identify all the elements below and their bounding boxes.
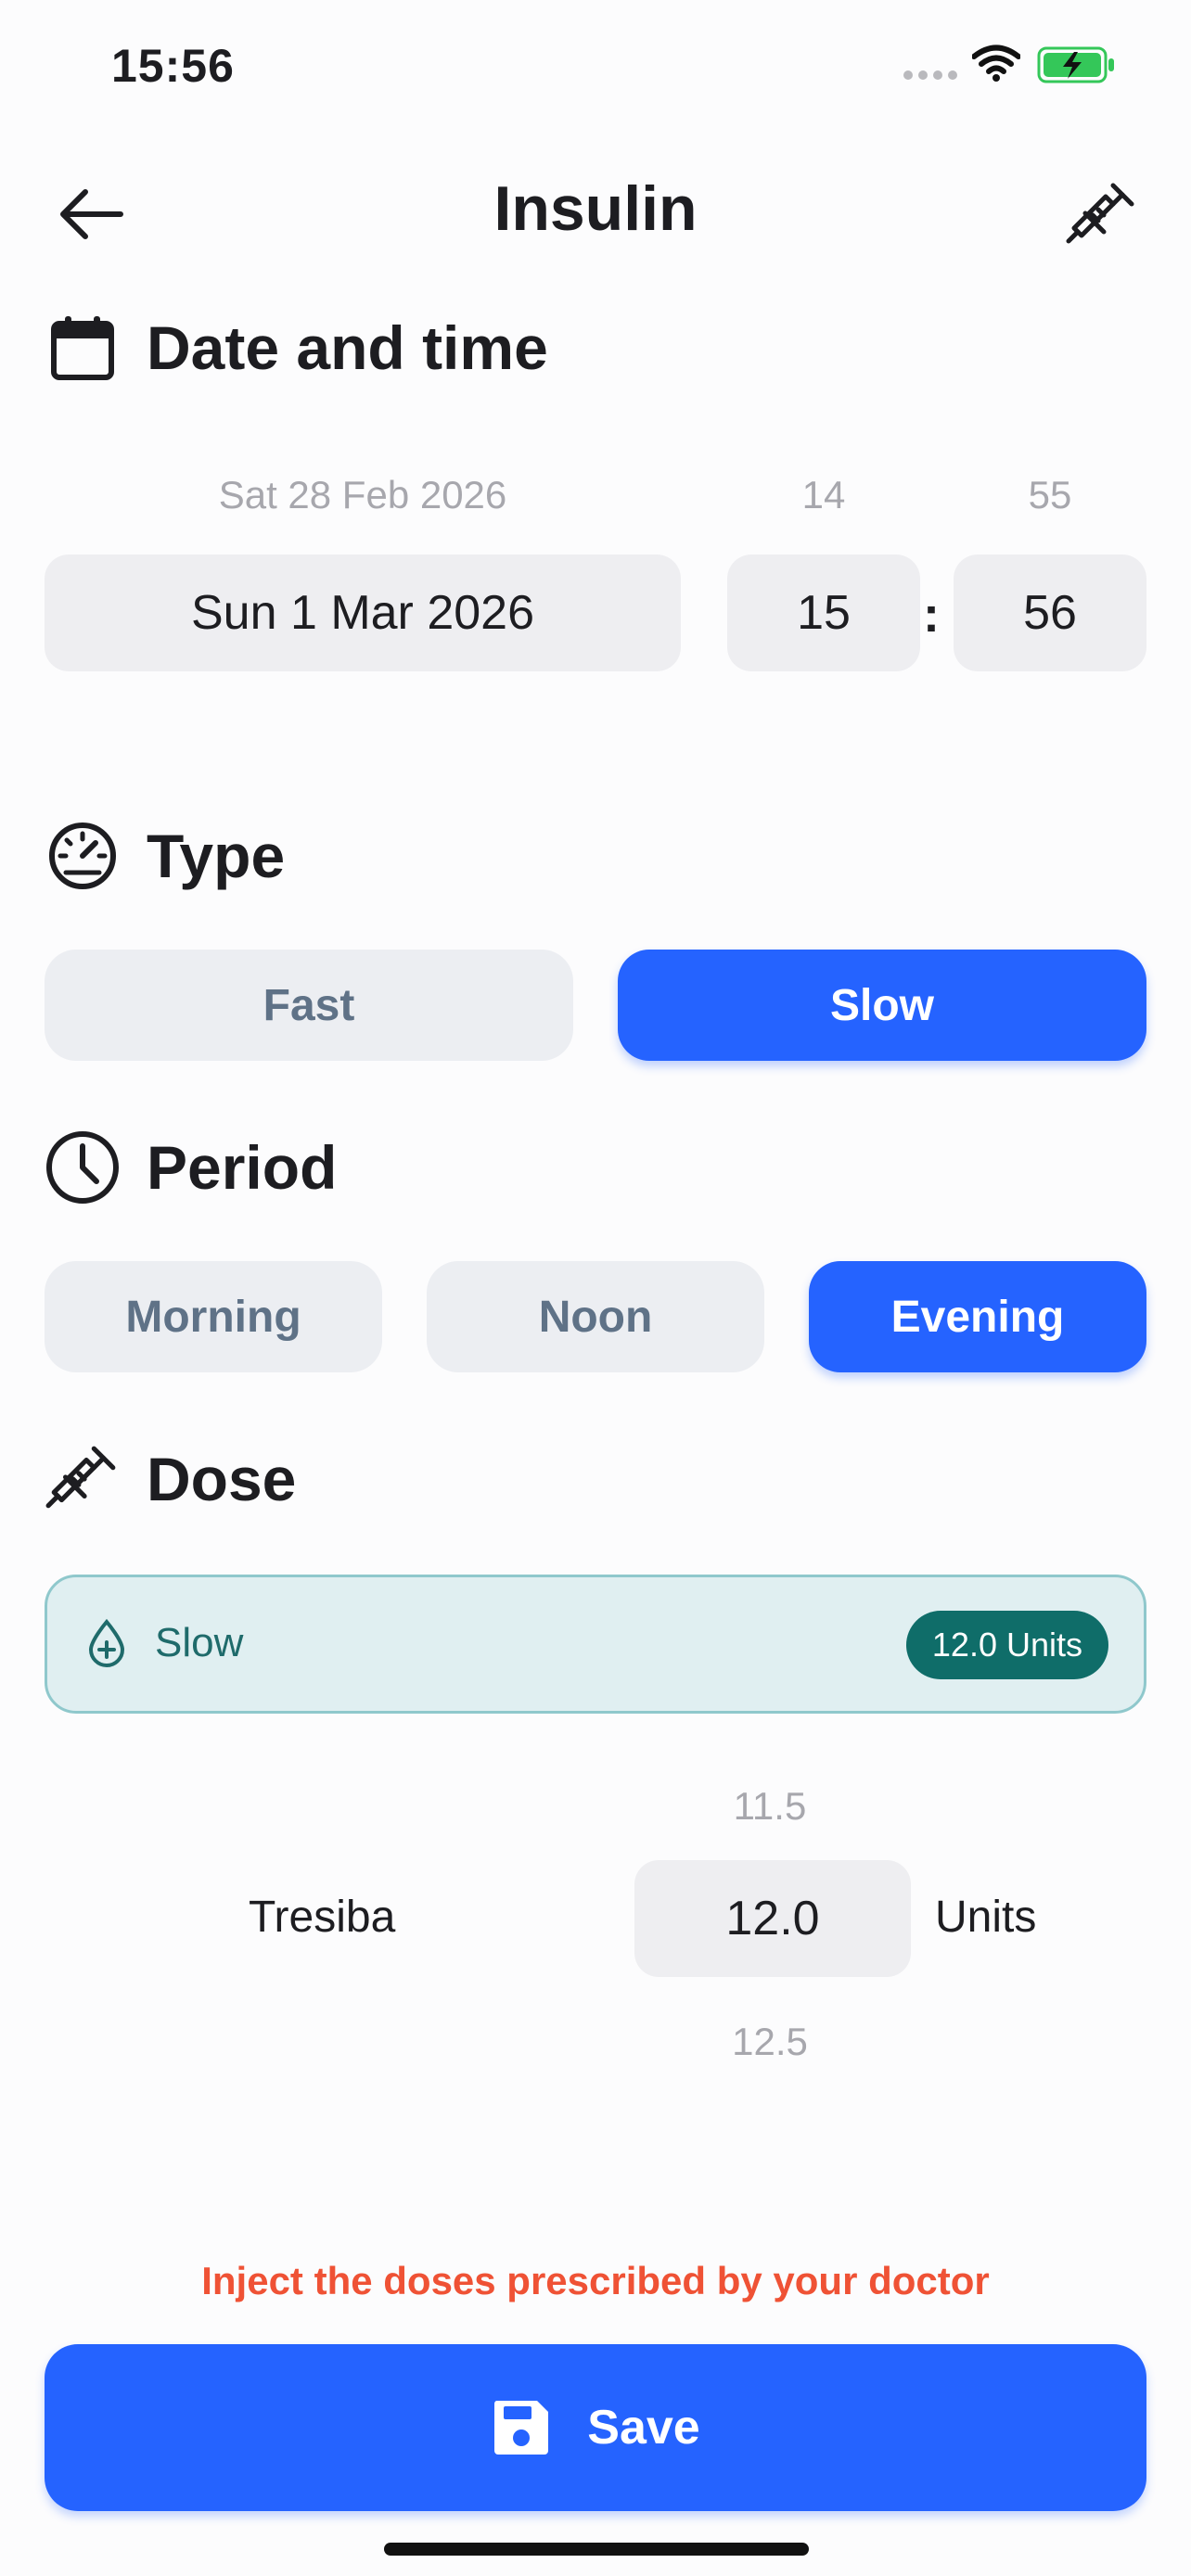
dose-unit-label: Units: [935, 1893, 1037, 1942]
date-time-section-header: Date and time: [45, 310, 548, 386]
page-title: Insulin: [493, 173, 698, 244]
syringe-icon[interactable]: [1065, 178, 1139, 252]
time-separator: :: [923, 587, 940, 643]
dose-previous-option[interactable]: 11.5: [631, 1784, 909, 1829]
status-time: 15:56: [111, 40, 235, 92]
floppy-disk-icon: [494, 2401, 549, 2455]
speedometer-icon: [45, 818, 121, 894]
period-noon-button[interactable]: Noon: [427, 1261, 764, 1372]
calendar-icon: [45, 310, 121, 386]
type-slow-button[interactable]: Slow: [618, 950, 1146, 1061]
dose-picker[interactable]: 12.0: [634, 1860, 911, 1977]
battery-charging-icon: [1037, 46, 1114, 83]
clock-icon: [45, 1129, 121, 1205]
date-time-heading: Date and time: [147, 313, 548, 382]
hour-previous-option[interactable]: 14: [727, 473, 920, 517]
minute-previous-option[interactable]: 55: [954, 473, 1146, 517]
dose-card-label: Slow: [155, 1620, 244, 1665]
period-morning-button[interactable]: Morning: [45, 1261, 382, 1372]
cellular-signal-icon: [903, 70, 957, 80]
syringe-icon: [45, 1441, 121, 1517]
wifi-icon: [972, 45, 1020, 82]
type-heading: Type: [147, 822, 286, 890]
type-fast-button[interactable]: Fast: [45, 950, 573, 1061]
period-section-header: Period: [45, 1129, 337, 1205]
period-evening-button[interactable]: Evening: [809, 1261, 1146, 1372]
minute-picker[interactable]: 56: [954, 555, 1146, 671]
dose-advice-note: Inject the doses prescribed by your doct…: [201, 2259, 990, 2302]
dose-section-header: Dose: [45, 1441, 296, 1517]
drop-icon: [88, 1618, 125, 1667]
insulin-brand: Tresiba: [249, 1893, 396, 1942]
dose-summary-card[interactable]: Slow 12.0 Units: [45, 1575, 1146, 1714]
date-previous-option[interactable]: Sat 28 Feb 2026: [45, 473, 681, 517]
hour-picker[interactable]: 15: [727, 555, 920, 671]
dose-heading: Dose: [147, 1445, 297, 1513]
home-indicator: [384, 2543, 809, 2556]
period-heading: Period: [147, 1133, 338, 1202]
type-section-header: Type: [45, 818, 285, 894]
save-button[interactable]: Save: [45, 2344, 1146, 2511]
dose-next-option[interactable]: 12.5: [631, 2020, 909, 2064]
dose-units-badge: 12.0 Units: [905, 1611, 1108, 1679]
save-label: Save: [587, 2401, 700, 2455]
date-picker[interactable]: Sun 1 Mar 2026: [45, 555, 681, 671]
